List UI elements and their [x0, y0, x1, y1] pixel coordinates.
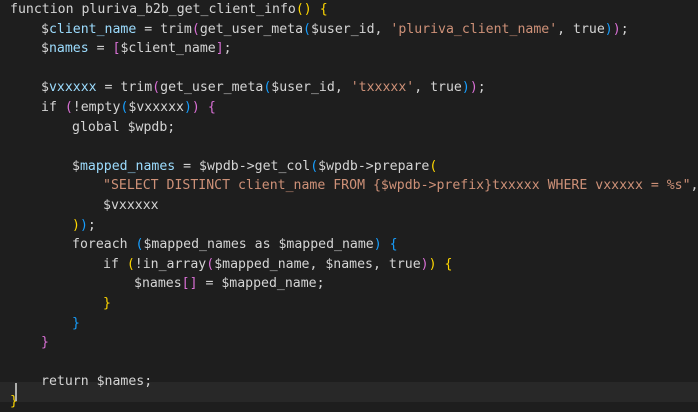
code-line[interactable]: $vxxxxx = trim(get_user_meta($user_id, '… — [41, 78, 486, 98]
code-line[interactable]: } — [72, 314, 80, 334]
code-token: ) — [428, 256, 437, 272]
code-token: = trim — [96, 80, 153, 96]
code-token: ) — [612, 21, 621, 37]
code-token: } — [103, 296, 111, 311]
code-token: ) — [72, 217, 80, 233]
code-token: !in_array — [134, 256, 207, 272]
code-token: vxxxxx — [48, 80, 97, 96]
code-token: ( — [152, 80, 161, 96]
code-line[interactable]: if (!in_array($mapped_name, $names, true… — [103, 255, 452, 275]
code-token: ( — [310, 158, 319, 174]
code-token: ; — [620, 21, 629, 37]
code-line[interactable]: $mapped_names = $wpdb->get_col($wpdb->pr… — [72, 157, 437, 177]
code-line[interactable]: $vxxxxx — [103, 196, 159, 216]
code-token: = $wpdb->get_col — [175, 158, 311, 174]
code-token: ) — [183, 100, 192, 115]
code-token: get_user_meta — [160, 80, 264, 96]
code-token: 'pluriva_client_name' — [390, 21, 558, 37]
code-token: ) — [373, 237, 382, 253]
code-line[interactable]: } — [41, 333, 49, 353]
code-line[interactable]: function pluriva_b2b_get_client_info() { — [10, 0, 328, 20]
code-token: $vxxxxx — [103, 198, 159, 213]
code-token: 'txxxxx' — [350, 80, 415, 96]
code-token: return $names; — [41, 374, 153, 390]
code-token: $client_name — [120, 41, 216, 57]
code-token: { — [389, 237, 398, 253]
code-token: ; — [87, 217, 96, 233]
code-line[interactable]: foreach ($mapped_names as $mapped_name) … — [72, 235, 398, 255]
code-token: { — [319, 2, 328, 17]
code-token: $mapped_names as $mapped_name — [143, 237, 374, 253]
code-token: $user_id, — [311, 21, 391, 37]
code-line[interactable]: global $wpdb; — [72, 118, 175, 138]
code-line[interactable]: $names[] = $mapped_name; — [134, 274, 325, 294]
code-line[interactable]: if (!empty($vxxxxx)) { — [41, 98, 216, 118]
code-token: = $mapped_name; — [197, 276, 325, 292]
code-token: if — [103, 256, 127, 272]
code-token: $ — [41, 41, 49, 57]
code-token: ; — [223, 41, 232, 57]
code-token: pluriva_b2b_get_client_info — [81, 2, 296, 17]
code-token: = trim — [136, 21, 192, 37]
code-line[interactable]: } — [103, 294, 111, 314]
code-token: $ — [72, 158, 80, 174]
code-token: } — [72, 315, 80, 331]
code-token: { — [207, 100, 216, 115]
code-token: client_name — [48, 21, 137, 37]
code-token: ( — [206, 256, 215, 272]
code-token: ; — [477, 80, 486, 96]
code-line[interactable]: $client_name = trim(get_user_meta($user_… — [41, 20, 629, 40]
code-token: , true — [414, 80, 462, 96]
code-token: $ — [41, 80, 49, 96]
code-token: ( — [64, 100, 73, 115]
code-editor[interactable]: function pluriva_b2b_get_client_info() {… — [0, 0, 698, 409]
code-token: ) — [469, 80, 478, 96]
code-token: ( — [191, 21, 200, 37]
code-token: !empty — [72, 100, 121, 115]
code-token: { — [444, 256, 453, 272]
code-token: mapped_names — [79, 158, 176, 174]
code-line[interactable]: )); — [72, 216, 96, 236]
code-token: if — [41, 100, 65, 115]
code-token: foreach — [72, 237, 136, 253]
code-line[interactable]: return $names; — [41, 372, 152, 392]
code-token: ) — [79, 217, 88, 233]
code-token: function — [10, 2, 82, 17]
code-token: $mapped_name, $names, true — [214, 256, 421, 272]
text-cursor — [15, 383, 17, 401]
code-token: $user_id, — [271, 80, 351, 96]
code-token: global $wpdb; — [72, 119, 176, 135]
code-token: ( — [303, 21, 311, 37]
code-token: ( — [429, 158, 438, 174]
code-token: , — [690, 178, 698, 194]
code-token: names — [48, 41, 89, 57]
code-line[interactable]: $names = [$client_name]; — [41, 39, 232, 59]
code-token: ) — [604, 21, 613, 37]
code-token: ) — [191, 100, 200, 115]
code-token: , true — [557, 21, 605, 37]
code-token: $wpdb->prepare — [318, 158, 430, 174]
code-token: ) — [420, 256, 429, 272]
code-token: "SELECT DISTINCT client_name FROM {$wpdb… — [103, 178, 691, 194]
code-token: [] — [181, 276, 198, 292]
code-token: () — [295, 2, 312, 17]
code-token: ] — [215, 41, 224, 57]
code-token: $vxxxxx — [128, 100, 184, 115]
code-token: ) — [461, 80, 470, 96]
code-token: } — [41, 335, 49, 351]
code-token: get_user_meta — [199, 21, 304, 37]
code-token: ( — [126, 256, 135, 272]
code-token: $ — [41, 21, 49, 37]
code-line[interactable]: "SELECT DISTINCT client_name FROM {$wpdb… — [103, 176, 698, 196]
code-token: $names — [134, 276, 182, 292]
code-token: = — [88, 41, 113, 57]
